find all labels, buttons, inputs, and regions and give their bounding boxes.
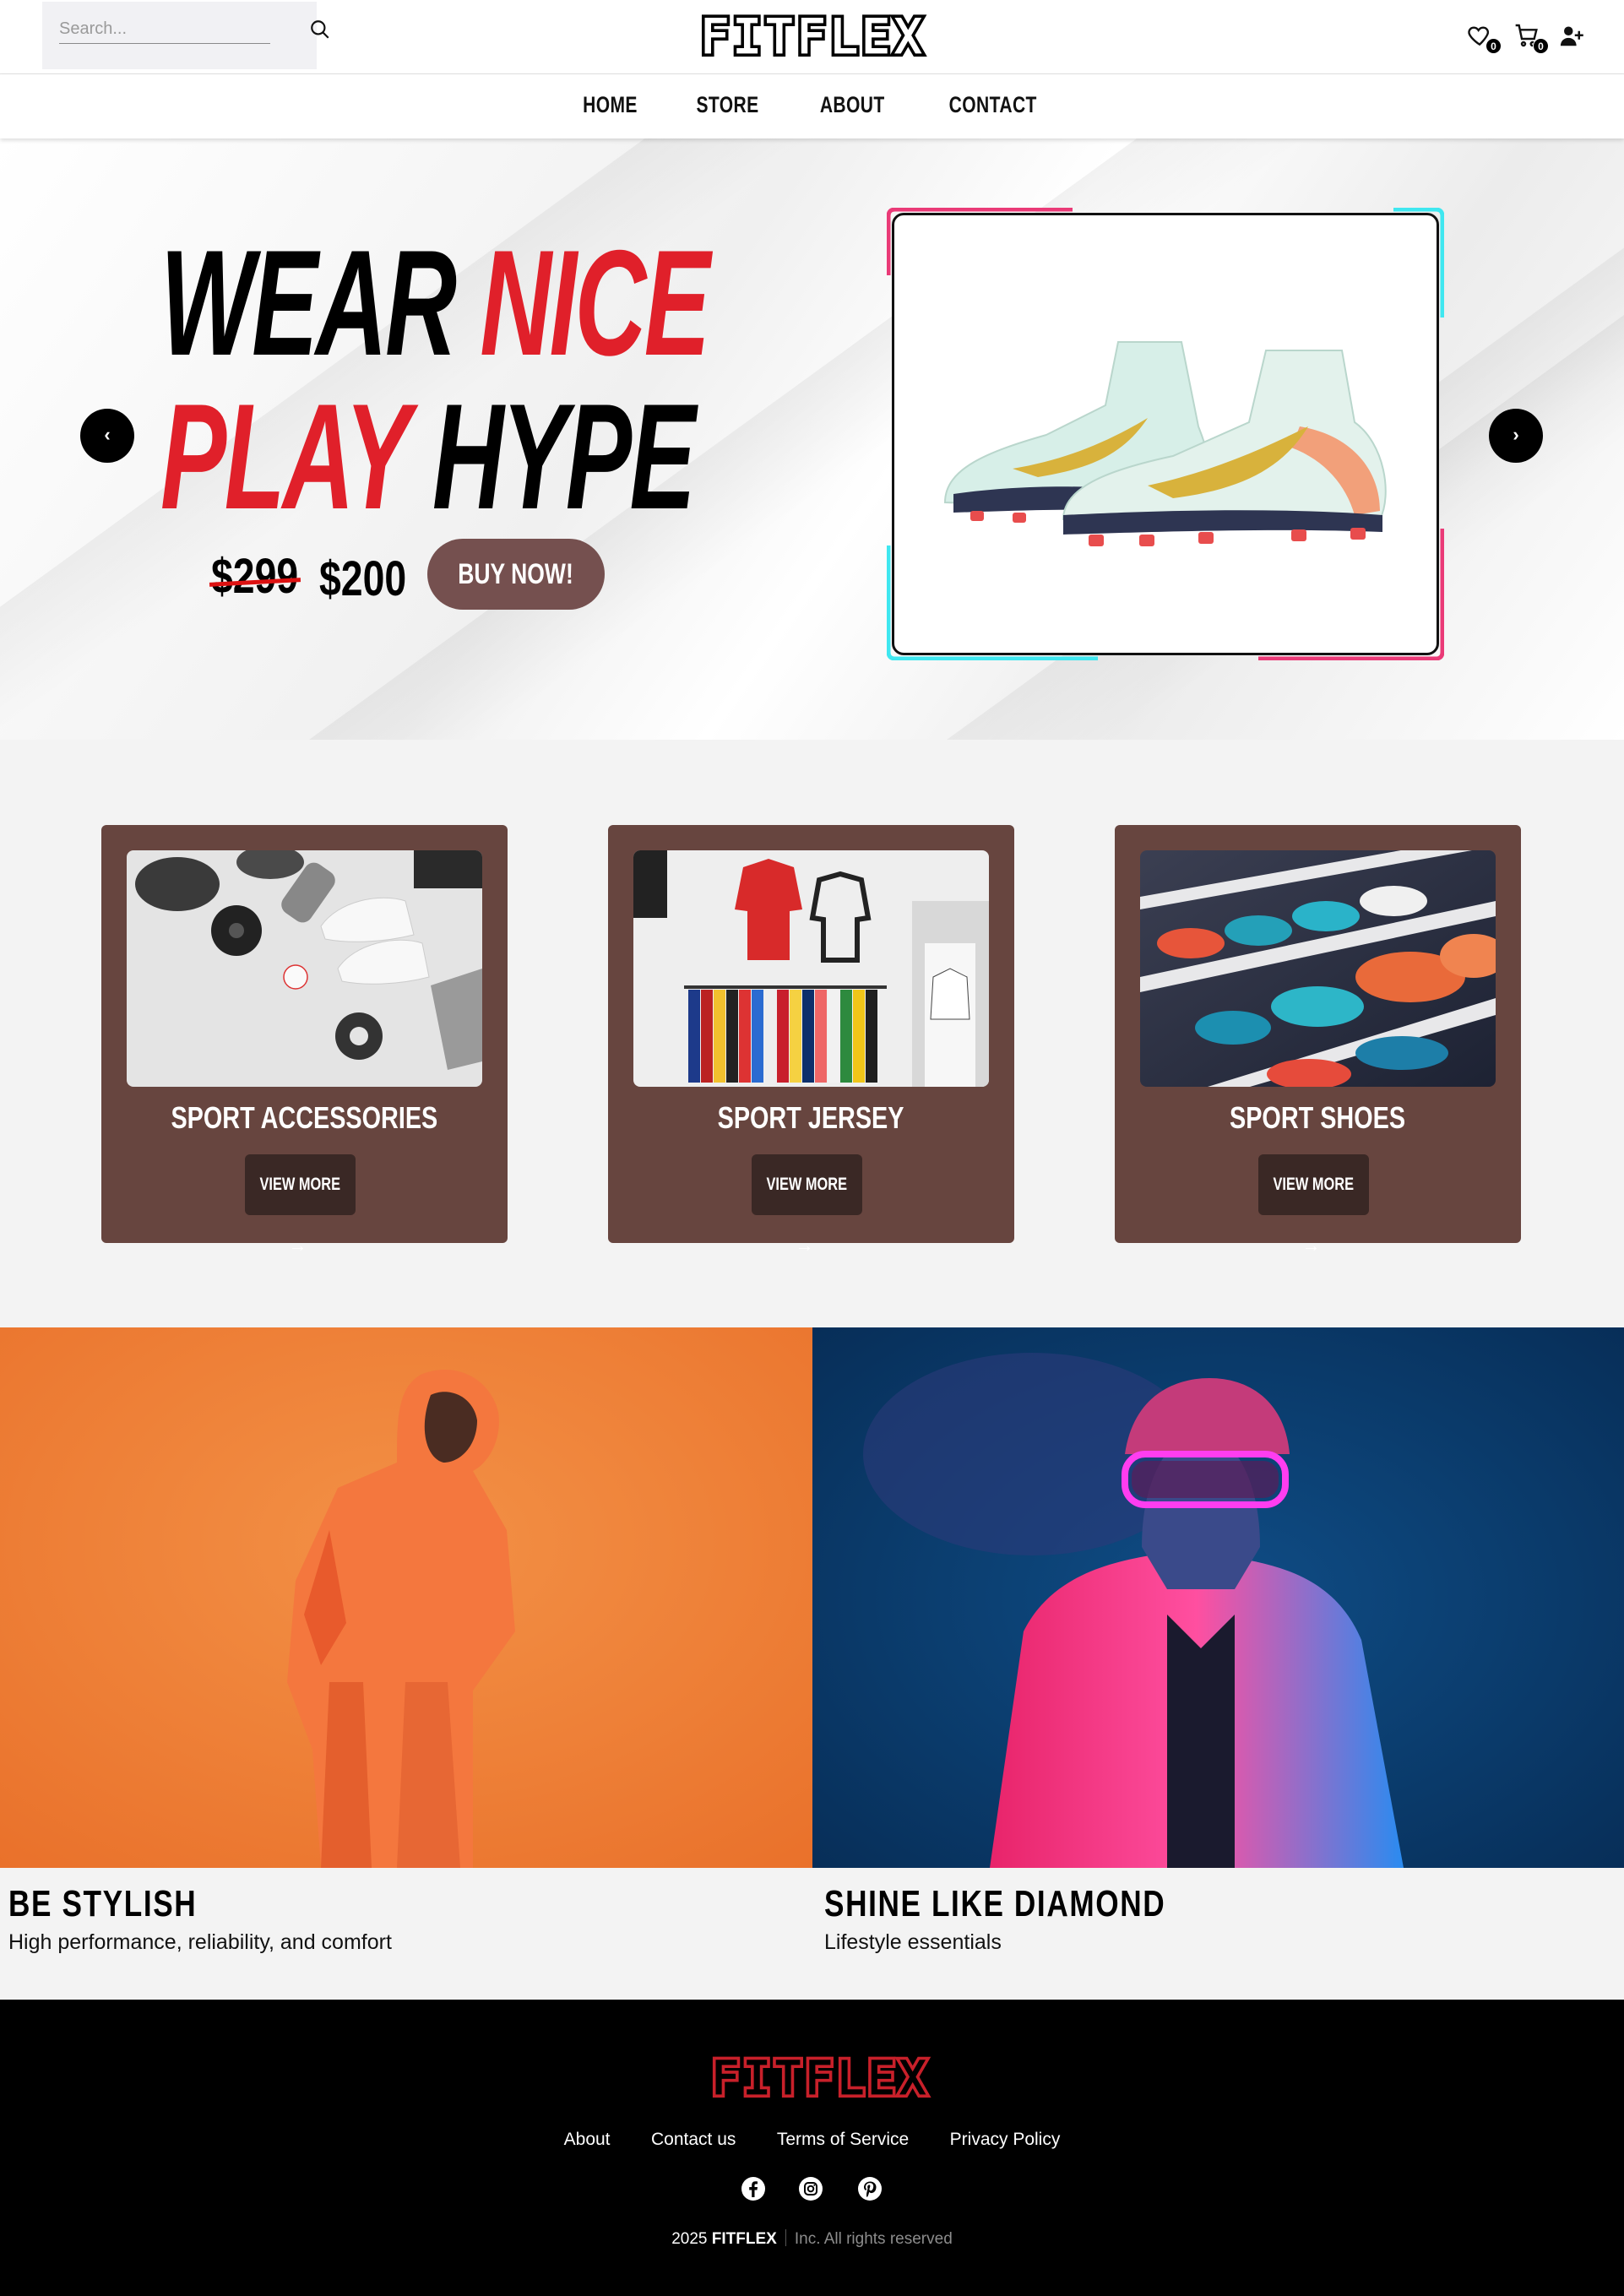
- headline-line-2: PLAY HYPE: [160, 382, 696, 532]
- copyright-brand: FITFLEX: [711, 2230, 777, 2248]
- pinterest-icon[interactable]: [856, 2175, 883, 2202]
- category-card-accessories: SPORT ACCESSORIES VIEW MORE →: [101, 825, 508, 1256]
- copyright-divider: [785, 2229, 786, 2246]
- prev-slide-button[interactable]: ‹: [80, 409, 134, 463]
- search-bar: [42, 2, 329, 69]
- buy-now-label: BUY NOW!: [458, 558, 574, 590]
- view-more-button[interactable]: VIEW MORE →: [1258, 1154, 1369, 1256]
- old-price: $299: [211, 549, 299, 604]
- promo-image-diamond[interactable]: [812, 1327, 1624, 1868]
- promo-image-stylish[interactable]: [0, 1327, 812, 1868]
- footer-link-contact[interactable]: Contact us: [651, 2130, 736, 2150]
- category-image-jersey[interactable]: [633, 850, 989, 1087]
- footer-link-terms[interactable]: Terms of Service: [777, 2130, 909, 2150]
- category-title: SPORT SHOES: [1230, 1100, 1406, 1135]
- view-more-button[interactable]: VIEW MORE →: [245, 1154, 356, 1256]
- cart-count-badge: 0: [1533, 38, 1549, 54]
- product-image-card: [892, 213, 1439, 655]
- footer-links: About Contact us Terms of Service Privac…: [0, 2130, 1624, 2150]
- chevron-left-icon: ‹: [104, 424, 111, 445]
- chevron-right-icon: ›: [1513, 424, 1519, 445]
- category-title: SPORT JERSEY: [718, 1100, 904, 1135]
- category-card-shoes: SPORT SHOES VIEW MORE →: [1115, 825, 1521, 1256]
- view-more-button[interactable]: VIEW MORE →: [752, 1154, 862, 1256]
- site-footer: FITFLEX FITFLEX About Contact us Terms o…: [0, 2000, 1624, 2296]
- headline-word-accent: NICE: [480, 219, 710, 387]
- buy-now-button[interactable]: BUY NOW!: [427, 539, 605, 610]
- arrow-right-icon: →: [795, 1235, 814, 1256]
- search-icon[interactable]: [309, 19, 331, 41]
- main-nav: HOME STORE ABOUT CONTACT: [0, 74, 1624, 138]
- user-plus-icon: [1560, 26, 1583, 46]
- footer-brand-logo[interactable]: FITFLEX FITFLEX: [686, 2052, 954, 2104]
- headline-word: WEAR: [160, 219, 457, 387]
- wishlist-count-badge: 0: [1485, 38, 1502, 54]
- nav-store[interactable]: STORE: [697, 74, 759, 135]
- wishlist-button[interactable]: 0: [1466, 22, 1502, 54]
- copyright: 2025 FITFLEX Inc. All rights reserved: [0, 2229, 1624, 2249]
- brand-logo-text: FITFLEX: [700, 10, 926, 64]
- copyright-text: Inc. All rights reserved: [794, 2230, 953, 2248]
- category-title: SPORT ACCESSORIES: [171, 1100, 438, 1135]
- promo-title-stylish: BE STYLISH: [8, 1883, 198, 1924]
- nav-about[interactable]: ABOUT: [820, 74, 885, 135]
- top-header: FITFLEX FITFLEX 0 0: [0, 0, 1624, 74]
- account-button[interactable]: [1559, 24, 1589, 54]
- footer-link-privacy[interactable]: Privacy Policy: [950, 2130, 1061, 2150]
- arrow-right-icon: →: [288, 1235, 307, 1256]
- sale-price: $200: [319, 551, 407, 606]
- footer-brand-text: FITFLEX: [711, 2052, 929, 2104]
- football-boots-image[interactable]: [894, 215, 1437, 653]
- brand-logo[interactable]: FITFLEX FITFLEX: [676, 10, 949, 64]
- cart-button[interactable]: 0: [1513, 22, 1549, 54]
- search-input[interactable]: [59, 15, 270, 44]
- view-more-label: VIEW MORE: [259, 1175, 341, 1194]
- headline-line-1: WEAR NICE: [160, 228, 710, 378]
- category-image-accessories[interactable]: [127, 850, 482, 1087]
- promo-title-diamond: SHINE LIKE DIAMOND: [824, 1883, 1166, 1924]
- arrow-right-icon: →: [1301, 1235, 1321, 1256]
- footer-link-about[interactable]: About: [564, 2130, 611, 2150]
- next-slide-button[interactable]: ›: [1489, 409, 1543, 463]
- headline-word-accent: PLAY: [160, 372, 410, 540]
- nav-contact[interactable]: CONTACT: [948, 74, 1036, 135]
- view-more-label: VIEW MORE: [1273, 1175, 1355, 1194]
- instagram-icon[interactable]: [797, 2175, 824, 2202]
- nav-home[interactable]: HOME: [583, 74, 638, 135]
- headline-word: HYPE: [432, 372, 696, 540]
- category-card-jersey: SPORT JERSEY VIEW MORE →: [608, 825, 1014, 1256]
- promo-subtitle-stylish: High performance, reliability, and comfo…: [8, 1930, 392, 1954]
- product-frame: [887, 208, 1444, 660]
- promo-subtitle-diamond: Lifestyle essentials: [824, 1930, 1002, 1954]
- category-image-shoes[interactable]: [1140, 850, 1496, 1087]
- copyright-year: 2025: [671, 2230, 708, 2248]
- hero-banner: WEAR NICE PLAY HYPE $299 $200 BUY NOW! ‹…: [0, 138, 1624, 740]
- facebook-icon[interactable]: [740, 2175, 767, 2202]
- view-more-label: VIEW MORE: [766, 1175, 848, 1194]
